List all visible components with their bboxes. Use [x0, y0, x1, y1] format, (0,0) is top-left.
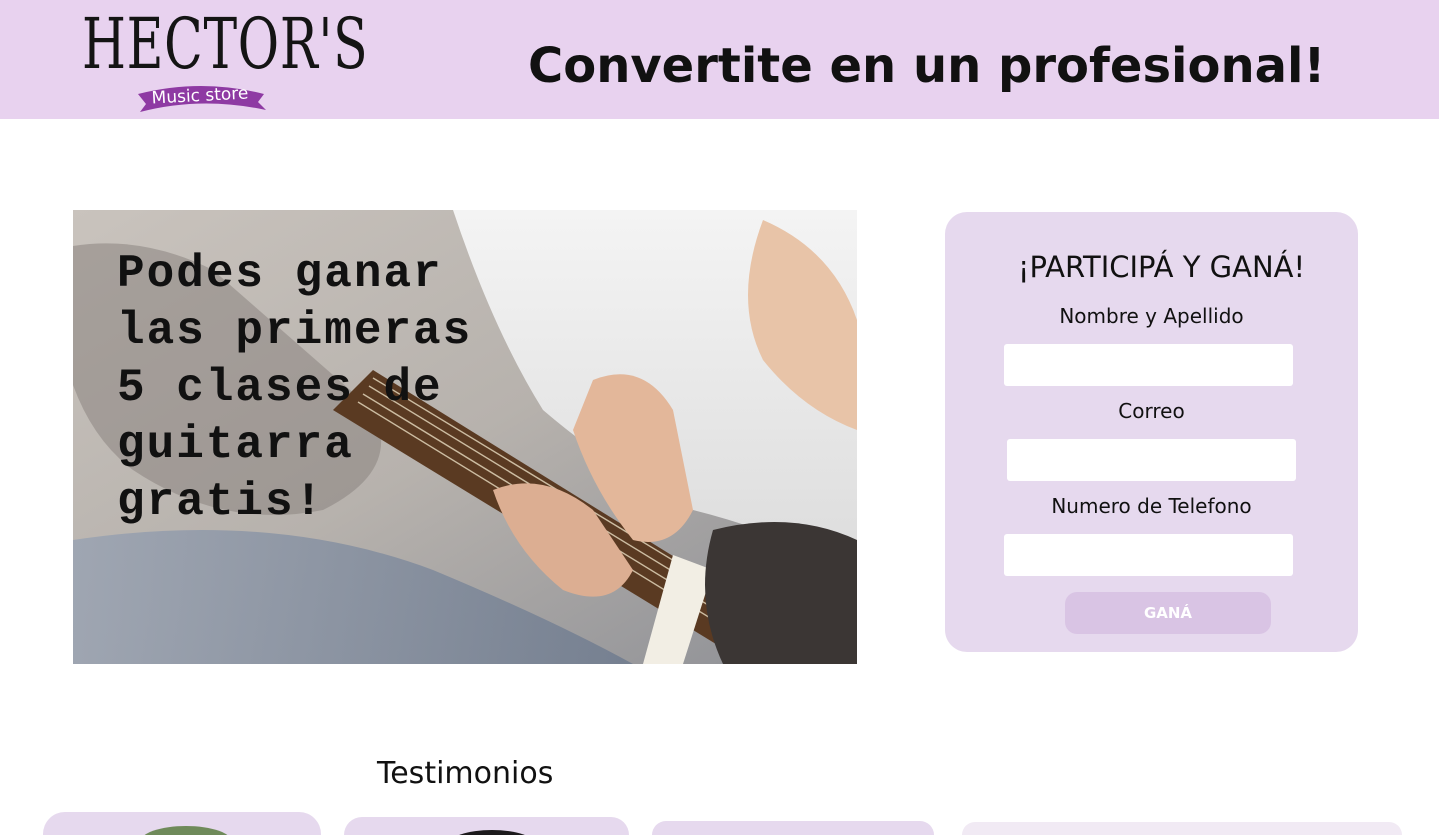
testimonials-title: Testimonios [377, 756, 554, 791]
phone-label: Numero de Telefono [1051, 494, 1252, 518]
name-label: Nombre y Apellido [1059, 304, 1244, 328]
logo-title: HECTOR'S [82, 3, 369, 85]
hero-guitar-image: Podes ganar las primeras 5 clases de gui… [73, 210, 857, 664]
name-field[interactable] [1004, 344, 1293, 386]
phone-field[interactable] [1004, 534, 1293, 576]
submit-button[interactable]: GANÁ [1065, 592, 1271, 634]
testimonial-card[interactable] [962, 822, 1402, 835]
email-label: Correo [1118, 399, 1185, 423]
testimonial-card[interactable] [652, 821, 934, 835]
site-header: HECTOR'S Music store Convertite en un pr… [0, 0, 1439, 119]
email-field[interactable] [1007, 439, 1296, 481]
testimonial-card[interactable] [43, 812, 321, 835]
testimonial-avatar [144, 826, 228, 835]
hectors-logo[interactable]: HECTOR'S Music store [80, 4, 368, 116]
testimonial-card[interactable] [344, 817, 629, 835]
form-title: ¡PARTICIPÁ Y GANÁ! [1017, 250, 1306, 284]
testimonial-avatar [459, 830, 525, 835]
page-title: Convertite en un profesional! [528, 38, 1326, 94]
hero-promo-text: Podes ganar las primeras 5 clases de gui… [117, 248, 473, 528]
contest-form-card: ¡PARTICIPÁ Y GANÁ! Nombre y Apellido Cor… [945, 212, 1358, 652]
